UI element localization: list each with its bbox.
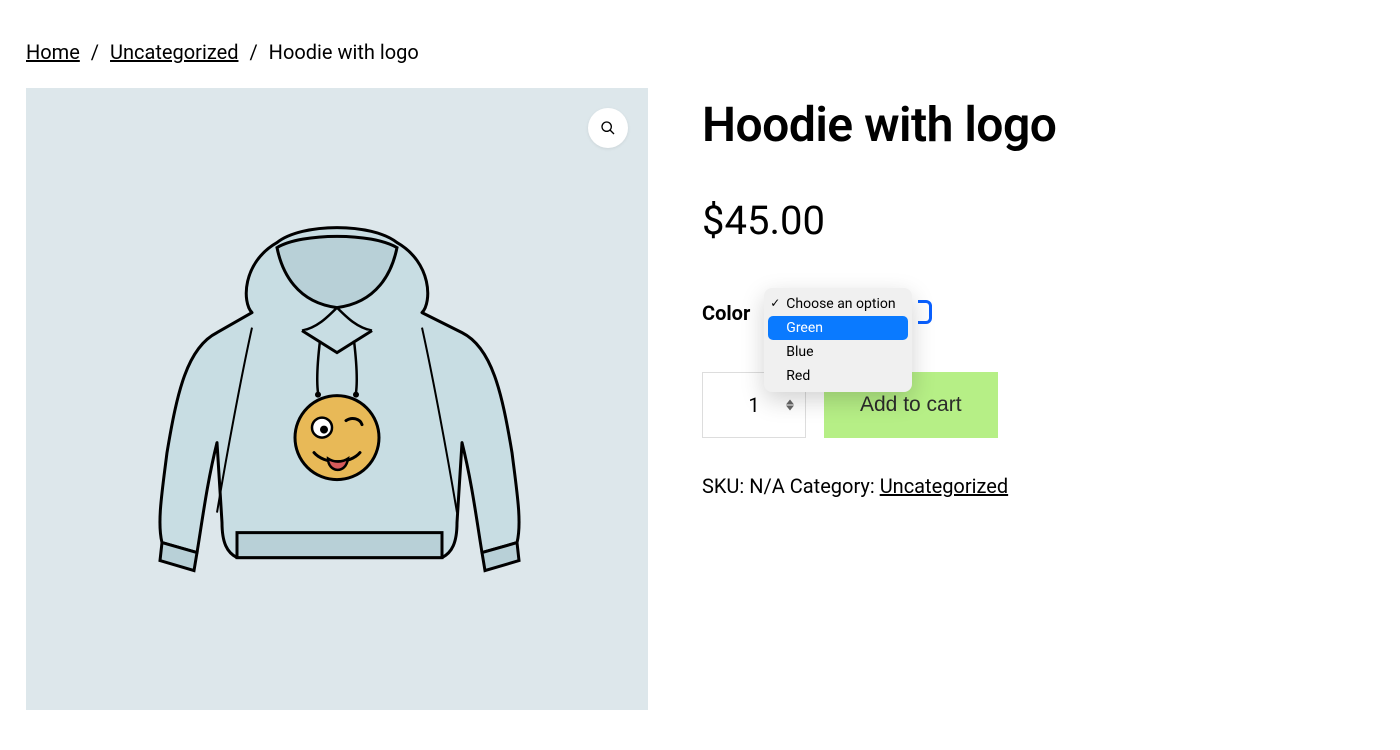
- variation-row: Color Choose an option Green Blue Red: [702, 298, 1374, 328]
- quantity-up-icon[interactable]: [786, 400, 794, 405]
- breadcrumb: Home / Uncategorized / Hoodie with logo: [26, 40, 1374, 64]
- color-select[interactable]: Choose an option Green Blue Red: [764, 298, 924, 328]
- breadcrumb-category-link[interactable]: Uncategorized: [110, 40, 238, 64]
- product-title: Hoodie with logo: [702, 96, 1374, 153]
- category-link[interactable]: Uncategorized: [880, 474, 1008, 498]
- breadcrumb-separator: /: [91, 40, 99, 64]
- color-option-red[interactable]: Red: [764, 364, 912, 388]
- breadcrumb-current: Hoodie with logo: [269, 40, 419, 64]
- quantity-down-icon[interactable]: [786, 406, 794, 411]
- color-label: Color: [702, 301, 750, 325]
- hoodie-illustration: [102, 193, 572, 623]
- search-icon: [600, 120, 616, 136]
- quantity-stepper: [783, 400, 797, 411]
- color-option-green[interactable]: Green: [768, 316, 908, 340]
- sku-value: N/A: [749, 474, 785, 498]
- product-meta: SKU: N/A Category: Uncategorized: [702, 474, 1374, 498]
- product-container: Hoodie with logo $45.00 Color Choose an …: [26, 88, 1374, 710]
- breadcrumb-separator: /: [249, 40, 257, 64]
- category-label: Category:: [790, 474, 875, 498]
- product-info: Hoodie with logo $45.00 Color Choose an …: [702, 88, 1374, 710]
- quantity-value: 1: [723, 393, 784, 417]
- select-focus-ring: [918, 300, 932, 324]
- color-option-blue[interactable]: Blue: [764, 340, 912, 364]
- color-option-placeholder[interactable]: Choose an option: [764, 292, 912, 316]
- breadcrumb-home-link[interactable]: Home: [26, 40, 80, 64]
- sku-label: SKU:: [702, 474, 744, 498]
- product-image[interactable]: [26, 88, 648, 710]
- color-dropdown-popover: Choose an option Green Blue Red: [764, 288, 912, 392]
- product-price: $45.00: [702, 197, 1374, 244]
- zoom-button[interactable]: [588, 108, 628, 148]
